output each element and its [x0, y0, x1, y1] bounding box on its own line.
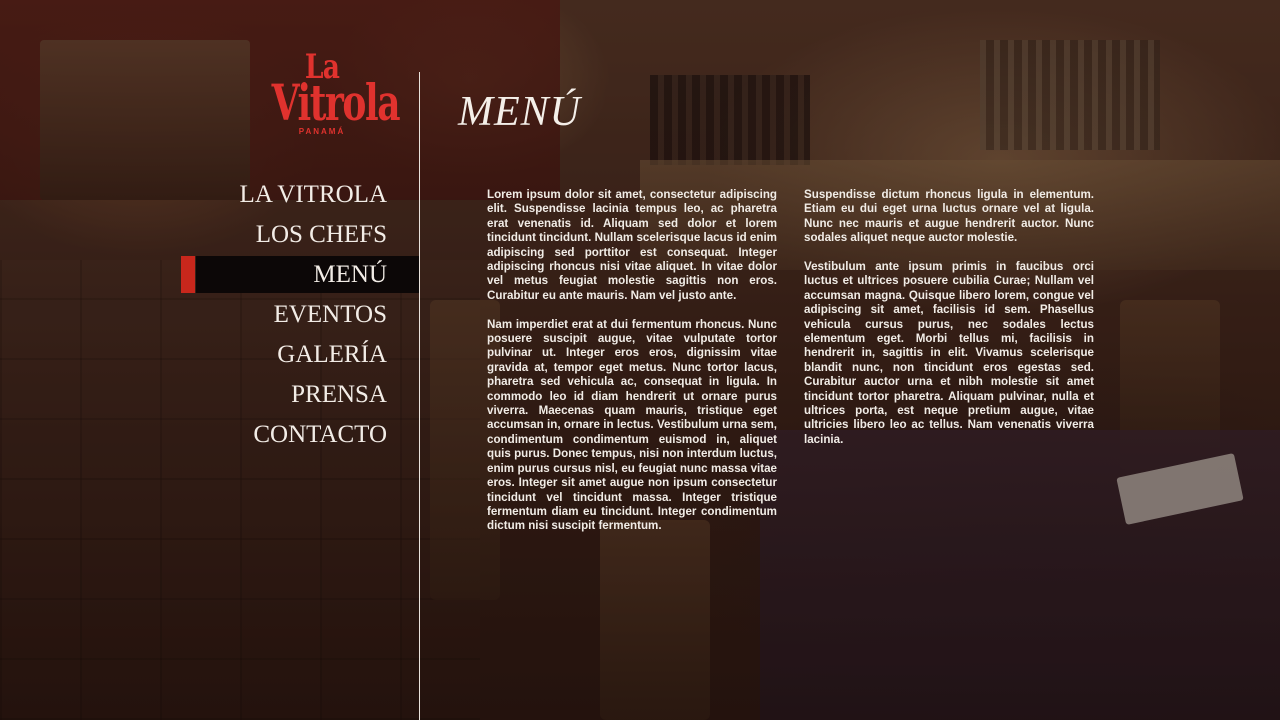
vertical-divider [419, 72, 420, 720]
nav-item-prensa[interactable]: PRENSA [291, 375, 387, 415]
logo-line2: Vitrola [271, 73, 401, 132]
la-vitrola-logo[interactable]: La Vitrola PANAMÁ [252, 50, 401, 145]
paragraph: Lorem ipsum dolor sit amet, consectetur … [487, 188, 777, 302]
nav-item-menu[interactable]: MENÚ [196, 256, 419, 293]
paragraph: Nam imperdiet erat at dui fermentum rhon… [487, 317, 777, 533]
nav-item-galeria[interactable]: GALERÍA [277, 335, 387, 375]
sidebar: La Vitrola PANAMÁ LA VITROLA LOS CHEFS M… [0, 0, 419, 720]
menu-text-column-1: Lorem ipsum dolor sit amet, consectetur … [487, 188, 777, 548]
nav-item-los-chefs[interactable]: LOS CHEFS [256, 215, 387, 255]
nav-item-la-vitrola[interactable]: LA VITROLA [240, 175, 387, 215]
page-title: MENÚ [458, 89, 581, 135]
active-nav-marker [181, 256, 195, 293]
paragraph: Vestibulum ante ipsum primis in faucibus… [804, 260, 1094, 446]
paragraph: Suspendisse dictum rhoncus ligula in ele… [804, 188, 1094, 245]
menu-text-column-2: Suspendisse dictum rhoncus ligula in ele… [804, 188, 1094, 462]
nav-item-eventos[interactable]: EVENTOS [274, 295, 387, 335]
nav-item-contacto[interactable]: CONTACTO [253, 415, 387, 455]
